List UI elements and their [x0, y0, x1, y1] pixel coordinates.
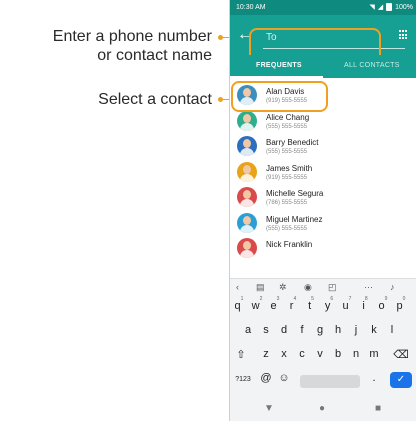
battery-percent: 100% [395, 3, 413, 11]
key[interactable]: y6 [321, 296, 337, 312]
nav-back-icon[interactable]: ▼ [264, 403, 274, 414]
key[interactable]: g [312, 324, 328, 336]
contact-number: (555) 555-5555 [266, 149, 308, 155]
key[interactable]: e3 [267, 296, 283, 312]
more-icon[interactable]: ··· [364, 282, 373, 292]
tab-all-contacts[interactable]: ALL CONTACTS [344, 62, 400, 69]
wifi-icon: ◥ [369, 4, 375, 11]
key[interactable]: l [384, 324, 400, 336]
contact-row[interactable]: Michelle Segura (786) 555-5555 [230, 184, 416, 210]
key[interactable]: w2 [249, 296, 265, 312]
resize-icon[interactable]: ◰ [328, 282, 337, 293]
battery-icon [386, 3, 393, 11]
status-icons: ◥ ◢ 100% [369, 3, 413, 11]
palette-icon[interactable]: ◉ [304, 282, 312, 293]
key[interactable]: i8 [357, 296, 373, 312]
key[interactable]: u7 [339, 296, 355, 312]
contact-highlight-box [231, 81, 328, 112]
key[interactable]: o9 [375, 296, 391, 312]
mic-off-icon[interactable]: ♪ [390, 282, 395, 292]
key[interactable]: d [276, 324, 292, 336]
tab-frequents[interactable]: FREQUENTS [256, 62, 302, 69]
keyboard-row-2: a s d f g h j k l [230, 321, 416, 343]
avatar [237, 187, 257, 207]
avatar [237, 110, 257, 131]
key[interactable]: x [276, 348, 292, 360]
key[interactable]: z [258, 348, 274, 360]
key[interactable]: j [348, 324, 364, 336]
contact-number: (555) 555-5555 [266, 225, 308, 232]
status-bar: 10:30 AM ◥ ◢ 100% [230, 0, 416, 15]
contact-callout: Select a contact [98, 91, 212, 108]
key[interactable]: h [330, 324, 346, 336]
contact-name: Nick Franklin [266, 240, 313, 249]
key[interactable]: n [348, 348, 364, 360]
key[interactable]: f [294, 324, 310, 336]
keyboard-row-4: ?123 @ ☺ . ✓ [230, 369, 416, 391]
keyboard-row-3: ⇧ z x c v b n m ⌫ [230, 345, 416, 367]
contact-row[interactable]: James Smith (919) 555-5555 [230, 159, 416, 185]
clipboard-icon[interactable]: ▤ [256, 282, 265, 293]
space-key[interactable] [300, 375, 360, 388]
key[interactable]: r4 [285, 296, 301, 312]
at-key[interactable]: @ [258, 372, 274, 384]
avatar [237, 136, 257, 156]
enter-check-icon[interactable]: ✓ [390, 372, 412, 388]
contact-number: (919) 555-5555 [266, 174, 308, 181]
status-time: 10:30 AM [236, 4, 266, 11]
contact-number: (555) 555-5555 [266, 123, 308, 130]
search-callout-line1: Enter a phone number [52, 28, 212, 45]
symbols-key[interactable]: ?123 [232, 376, 254, 383]
contact-name: Alice Chang [266, 112, 310, 122]
shift-icon[interactable]: ⇧ [233, 348, 249, 361]
avatar [237, 212, 257, 233]
dialpad-icon[interactable] [399, 30, 409, 40]
keyboard-row-1: q1 w2 e3 r4 t5 y6 u7 i8 o9 p0 [230, 296, 416, 319]
contact-name: James Smith [266, 163, 313, 173]
keyboard-toolbar: ‹ ▤ ✲ ◉ ◰ ··· ♪ [230, 279, 416, 297]
key[interactable]: v [312, 348, 328, 360]
key[interactable]: k [366, 324, 382, 336]
key[interactable]: t5 [303, 296, 319, 312]
search-callout-line2: or contact name [97, 47, 212, 64]
nav-recents-icon[interactable]: ■ [375, 403, 381, 414]
signal-icon: ◢ [377, 4, 384, 11]
avatar [237, 238, 257, 258]
key[interactable]: c [294, 348, 310, 360]
nav-home-icon[interactable]: ● [319, 403, 325, 414]
contact-row[interactable]: Barry Benedict (555) 555-5555 [230, 133, 416, 159]
contact-name: Michelle Segura [266, 189, 324, 198]
key[interactable]: s [258, 324, 274, 336]
tab-indicator [230, 76, 323, 78]
gear-icon[interactable]: ✲ [279, 282, 287, 293]
avatar [237, 161, 257, 182]
contact-row[interactable]: Nick Franklin [230, 235, 416, 261]
backspace-icon[interactable]: ⌫ [393, 348, 409, 361]
tab-bar: FREQUENTS ALL CONTACTS [230, 55, 416, 78]
contact-name: Miguel Martinez [266, 214, 323, 224]
contact-row[interactable]: Miguel Martinez (555) 555-5555 [230, 210, 416, 236]
chevron-left-icon[interactable]: ‹ [236, 282, 239, 292]
period-key[interactable]: . [366, 372, 382, 384]
app-bar: ← To [230, 15, 416, 64]
key[interactable]: m [366, 348, 382, 360]
key[interactable]: a [240, 324, 256, 336]
search-callout: Enter a phone number or contact name [0, 27, 212, 65]
emoji-icon[interactable]: ☺ [276, 372, 292, 384]
contact-number: (786) 555-5555 [266, 200, 308, 206]
key[interactable]: b [330, 348, 346, 360]
phone-screen: 10:30 AM ◥ ◢ 100% ← To FREQUENTS ALL CON… [229, 0, 416, 421]
keyboard: ‹ ▤ ✲ ◉ ◰ ··· ♪ q1 w2 e3 r4 t5 y6 u7 i8 … [230, 278, 416, 399]
key[interactable]: p0 [393, 296, 409, 312]
nav-bar: ▼ ● ■ [230, 398, 416, 421]
key[interactable]: q1 [231, 296, 247, 312]
contact-name: Barry Benedict [266, 138, 319, 147]
